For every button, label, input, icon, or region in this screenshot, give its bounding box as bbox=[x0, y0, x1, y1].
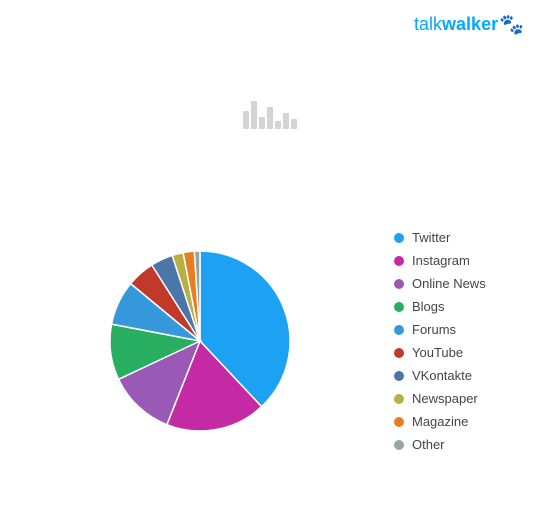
legend-label: Magazine bbox=[412, 414, 468, 429]
legend-label: Instagram bbox=[412, 253, 470, 268]
legend-item: Instagram bbox=[394, 253, 524, 268]
legend-label: YouTube bbox=[412, 345, 463, 360]
legend-item: Forums bbox=[394, 322, 524, 337]
legend-dot bbox=[394, 348, 404, 358]
legend-label: Forums bbox=[412, 322, 456, 337]
legend-item: Twitter bbox=[394, 230, 524, 245]
legend-item: Newspaper bbox=[394, 391, 524, 406]
pie-chart bbox=[100, 241, 300, 441]
chart-bar bbox=[291, 119, 297, 129]
chart-bar bbox=[267, 107, 273, 129]
hashtag-area bbox=[0, 35, 540, 195]
logo-text: talkwalker bbox=[414, 14, 498, 35]
legend-item: Magazine bbox=[394, 414, 524, 429]
legend-item: VKontakte bbox=[394, 368, 524, 383]
chart-bar bbox=[243, 111, 249, 129]
talkwalker-logo: talkwalker 🐾 bbox=[414, 14, 524, 35]
legend-label: Newspaper bbox=[412, 391, 478, 406]
legend-dot bbox=[394, 256, 404, 266]
legend-label: Online News bbox=[412, 276, 486, 291]
mini-chart bbox=[243, 101, 297, 129]
legend-dot bbox=[394, 371, 404, 381]
legend-label: Blogs bbox=[412, 299, 445, 314]
legend-dot bbox=[394, 440, 404, 450]
pie-chart-area bbox=[16, 241, 384, 441]
legend-dot bbox=[394, 394, 404, 404]
legend-item: Other bbox=[394, 437, 524, 452]
legend-item: Online News bbox=[394, 276, 524, 291]
legend-dot bbox=[394, 279, 404, 289]
legend-label: Twitter bbox=[412, 230, 450, 245]
legend-dot bbox=[394, 417, 404, 427]
legend-item: YouTube bbox=[394, 345, 524, 360]
chart-bar bbox=[283, 113, 289, 129]
hashtag-visual bbox=[243, 101, 297, 129]
legend-dot bbox=[394, 325, 404, 335]
logo-icon: 🐾 bbox=[499, 15, 524, 35]
chart-bar bbox=[251, 101, 257, 129]
chart-bar bbox=[259, 117, 265, 129]
legend: Twitter Instagram Online News Blogs Foru… bbox=[384, 230, 524, 452]
share-content: Twitter Instagram Online News Blogs Foru… bbox=[0, 211, 540, 471]
legend-label: VKontakte bbox=[412, 368, 472, 383]
top-section: talkwalker 🐾 bbox=[0, 0, 540, 35]
share-media-label bbox=[0, 195, 540, 211]
legend-dot bbox=[394, 233, 404, 243]
legend-item: Blogs bbox=[394, 299, 524, 314]
legend-label: Other bbox=[412, 437, 445, 452]
legend-dot bbox=[394, 302, 404, 312]
chart-bar bbox=[275, 121, 281, 129]
